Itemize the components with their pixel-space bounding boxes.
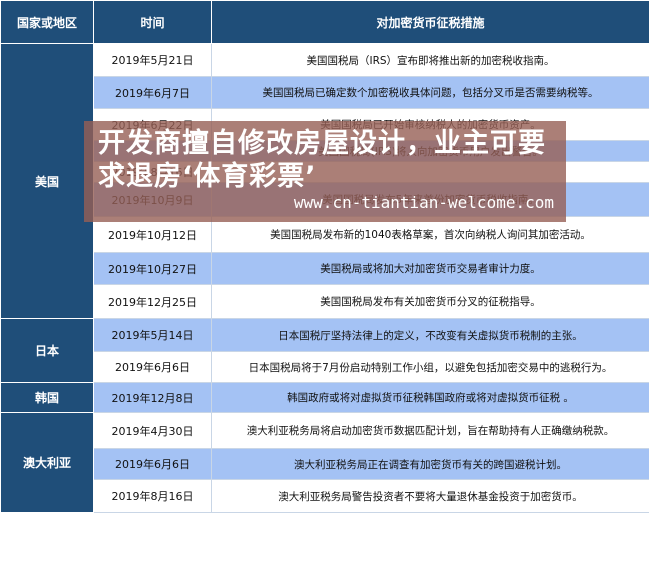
table-row: 2019年10月27日 美国税局或将加大对加密货币交易者审计力度。 (1, 252, 649, 285)
table-row: 2019年12月25日 美国国税局发布有关加密货币分叉的征税指导。 (1, 284, 649, 319)
country-cell: 韩国 (0, 382, 94, 413)
table-row: 美国 2019年5月21日 美国国税局（IRS）宣布即将推出新的加密税收指南。 (0, 43, 649, 319)
table-row: 2019年6月6日 日本国税局将于7月份启动特别工作小组，以避免包括加密交易中的逃… (1, 351, 649, 383)
crypto-tax-table: 国家或地区 时间 对加密货币征税措施 美国 2019年5月21日 美国国税局（IRS… (0, 0, 649, 513)
table-row: 2019年6月6日 澳大利亚税务局正在调查有加密货币有关的跨国避税计划。 (1, 448, 649, 480)
date-cell: 2019年5月14日 (93, 318, 212, 352)
table-row: 韩国 2019年12月8日 韩国政府或将对虚拟货币征税韩国政府或将对虚拟货币征税 。 (0, 382, 649, 413)
date-cell: 2019年12月25日 (93, 284, 212, 319)
date-cell: 2019年12月8日 (93, 382, 212, 413)
measure-cell: 韩国政府或将对虚拟货币征税韩国政府或将对虚拟货币征税 。 (211, 382, 649, 413)
date-cell: 2019年6月7日 (93, 76, 212, 109)
table-row: 日本 2019年5月14日 日本国税厅坚持法律上的定义，不改变有关虚拟货币税制的主张… (0, 318, 649, 383)
table-body: 美国 2019年5月21日 美国国税局（IRS）宣布即将推出新的加密税收指南。 201… (0, 43, 649, 513)
measure-cell: 日本国税局将于7月份启动特别工作小组，以避免包括加密交易中的逃税行为。 (211, 351, 649, 383)
ad-headline: 开发商擅自修改房屋设计，业主可要求退房‘体育彩票’ (98, 128, 546, 192)
measure-cell: 美国税局或将加大对加密货币交易者审计力度。 (211, 252, 649, 285)
measure-cell: 美国国税局发布有关加密货币分叉的征税指导。 (211, 284, 649, 319)
measure-cell: 美国国税局已确定数个加密税收具体问题，包括分叉币是否需要纳税等。 (211, 76, 649, 109)
table-header-row: 国家或地区 时间 对加密货币征税措施 (0, 0, 649, 44)
date-cell: 2019年6月6日 (93, 448, 212, 480)
date-cell: 2019年5月21日 (93, 43, 212, 77)
ad-site-url: www.cn-tiantian-welcome.com (293, 193, 554, 212)
date-cell: 2019年4月30日 (93, 412, 212, 449)
ad-overlay[interactable]: 开发商擅自修改房屋设计，业主可要求退房‘体育彩票’ www.cn-tiantia… (84, 121, 566, 222)
measure-cell: 美国国税局（IRS）宣布即将推出新的加密税收指南。 (211, 43, 649, 77)
date-cell: 2019年6月6日 (93, 351, 212, 383)
header-measure: 对加密货币征税措施 (211, 0, 649, 44)
country-cell: 澳大利亚 (0, 412, 94, 513)
measure-cell: 澳大利亚税务局警告投资者不要将大量退休基金投资于加密货币。 (211, 479, 649, 513)
table-row: 2019年6月7日 美国国税局已确定数个加密税收具体问题，包括分叉币是否需要纳税等… (1, 76, 649, 109)
measure-cell: 日本国税厅坚持法律上的定义，不改变有关虚拟货币税制的主张。 (211, 318, 649, 352)
date-cell: 2019年8月16日 (93, 479, 212, 513)
measure-cell: 澳大利亚税务局将启动加密货币数据匹配计划，旨在帮助持有人正确缴纳税款。 (211, 412, 649, 449)
table-row: 澳大利亚 2019年4月30日 澳大利亚税务局将启动加密货币数据匹配计划，旨在帮助持… (0, 412, 649, 513)
header-time: 时间 (93, 0, 212, 44)
country-cell: 美国 (0, 43, 94, 319)
country-cell: 日本 (0, 318, 94, 383)
header-country: 国家或地区 (0, 0, 94, 44)
table-row: 2019年8月16日 澳大利亚税务局警告投资者不要将大量退休基金投资于加密货币。 (1, 479, 649, 513)
measure-cell: 澳大利亚税务局正在调查有加密货币有关的跨国避税计划。 (211, 448, 649, 480)
date-cell: 2019年10月27日 (93, 252, 212, 285)
